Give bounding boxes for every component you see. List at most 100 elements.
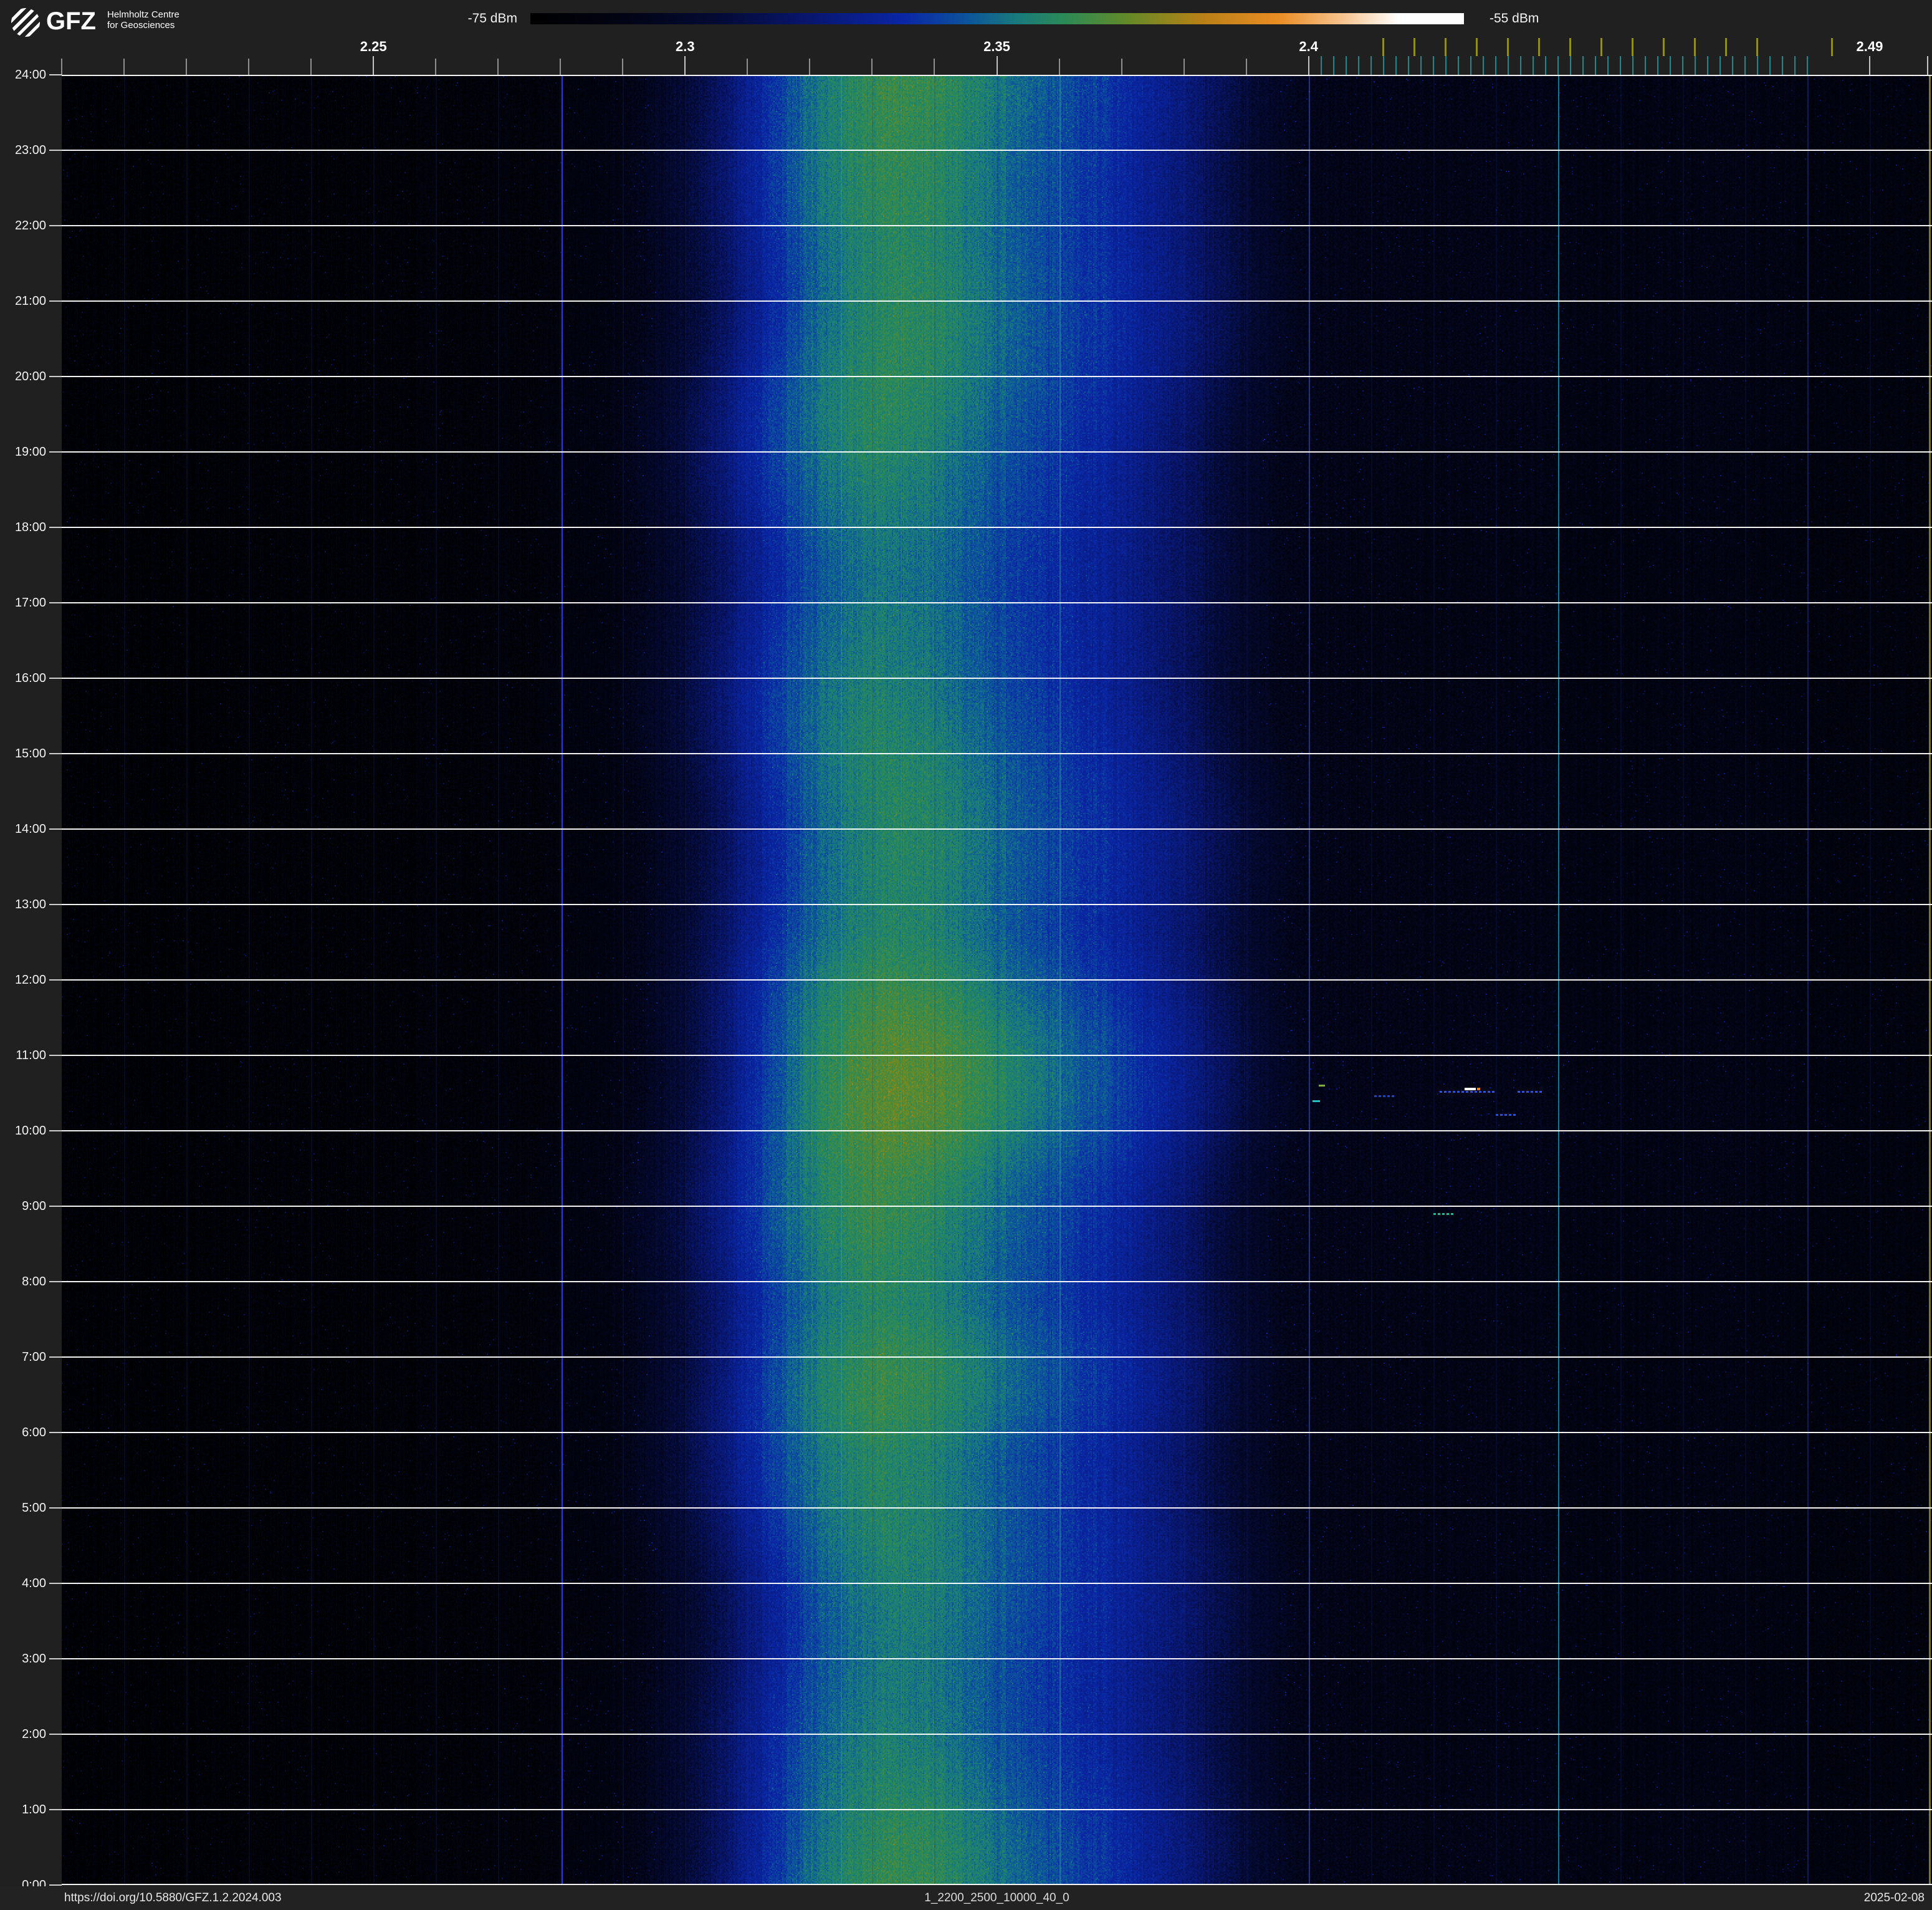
freq-minor-tick <box>310 59 312 75</box>
hour-tick <box>49 150 62 151</box>
wifi-channel-tick <box>1445 38 1447 56</box>
gfz-tagline-line2: for Geosciences <box>107 20 175 31</box>
freq-minor-tick <box>684 56 686 75</box>
hour-tick <box>49 828 62 830</box>
hour-label: 11:00 <box>16 1049 46 1062</box>
hour-label: 18:00 <box>14 521 46 534</box>
freq-minor-tick <box>809 59 811 75</box>
hour-label: 10:00 <box>14 1124 46 1138</box>
hour-label: 9:00 <box>22 1199 46 1213</box>
ble-channel-tick <box>1557 56 1559 75</box>
spectrogram-page: GFZ Helmholtz Centre for Geosciences -75… <box>0 0 1932 1910</box>
hour-tick <box>49 1206 62 1207</box>
ble-channel-tick <box>1420 56 1422 75</box>
dataset-id-text: 1_2200_2500_10000_40_0 <box>924 1891 1069 1904</box>
gfz-tagline: Helmholtz Centre for Geosciences <box>107 9 179 31</box>
hour-tick <box>49 1055 62 1056</box>
freq-minor-tick <box>1926 56 1928 75</box>
hour-tick <box>49 74 62 75</box>
freq-minor-tick <box>1121 59 1122 75</box>
ble-channel-tick <box>1756 56 1758 75</box>
freq-minor-tick <box>1868 56 1870 75</box>
freq-minor-tick <box>622 59 624 75</box>
hour-tick <box>49 527 62 528</box>
ble-channel-tick <box>1357 56 1359 75</box>
ble-channel-tick <box>1457 56 1459 75</box>
wifi-channel-tick <box>1632 38 1634 56</box>
ble-channel-tick <box>1544 56 1546 75</box>
hour-label: 7:00 <box>22 1350 46 1364</box>
hour-label: 13:00 <box>14 898 46 911</box>
ble-channel-tick <box>1669 56 1671 75</box>
hour-label: 15:00 <box>14 747 46 761</box>
hour-tick <box>49 1884 62 1886</box>
hour-tick <box>49 225 62 226</box>
hour-label: 14:00 <box>14 822 46 836</box>
ble-channel-tick <box>1681 56 1683 75</box>
hour-label: 8:00 <box>22 1275 46 1289</box>
ble-channel-tick <box>1607 56 1609 75</box>
hour-label: 20:00 <box>14 370 46 383</box>
ble-channel-tick <box>1445 56 1447 75</box>
hour-tick <box>49 1356 62 1358</box>
ble-channel-tick <box>1395 56 1397 75</box>
ble-channel-tick <box>1781 56 1783 75</box>
ble-channel-tick <box>1731 56 1733 75</box>
ble-channel-tick <box>1569 56 1571 75</box>
freq-label: 2.49 <box>1856 39 1883 54</box>
wifi-channel-tick <box>1569 38 1572 56</box>
ble-channel-tick <box>1320 56 1322 75</box>
date-text: 2025-02-08 <box>1863 1891 1925 1904</box>
ble-channel-tick <box>1519 56 1521 75</box>
ble-channel-tick <box>1794 56 1796 75</box>
hour-label: 24:00 <box>14 68 46 82</box>
hour-label: 3:00 <box>22 1652 46 1666</box>
ble-channel-tick <box>1644 56 1646 75</box>
freq-minor-tick <box>435 59 437 75</box>
hour-label: 19:00 <box>14 445 46 459</box>
freq-minor-tick <box>1183 59 1185 75</box>
hour-tick <box>49 1432 62 1433</box>
freq-minor-tick <box>123 59 125 75</box>
ble-channel-tick <box>1370 56 1372 75</box>
hour-tick <box>49 1809 62 1810</box>
spectrogram-canvas <box>62 75 1932 1885</box>
ble-channel-tick <box>1507 56 1509 75</box>
wifi-channel-tick <box>1663 38 1665 56</box>
wifi-channel-tick <box>1538 38 1541 56</box>
ble-channel-tick <box>1332 56 1334 75</box>
wifi-channel-tick <box>1382 38 1385 56</box>
freq-label: 2.3 <box>676 39 695 54</box>
ble-channel-tick <box>1769 56 1771 75</box>
freq-minor-tick <box>996 56 998 75</box>
freq-minor-tick <box>1058 59 1060 75</box>
hour-label: 1:00 <box>22 1803 46 1816</box>
hour-label: 17:00 <box>14 596 46 610</box>
ble-channel-tick <box>1806 56 1808 75</box>
wifi-channel-tick <box>1756 38 1759 56</box>
gfz-tagline-line1: Helmholtz Centre <box>107 9 179 20</box>
hour-tick <box>49 904 62 905</box>
freq-minor-tick <box>560 59 562 75</box>
gfz-brand: GFZ <box>46 7 96 35</box>
hour-label: 23:00 <box>14 143 46 157</box>
wifi-channel-tick <box>1507 38 1509 56</box>
hour-label: 2:00 <box>22 1727 46 1741</box>
hour-tick <box>49 1507 62 1509</box>
hour-label: 5:00 <box>22 1501 46 1515</box>
hour-tick <box>49 602 62 603</box>
colorbar <box>530 13 1464 24</box>
ble-channel-tick <box>1532 56 1534 75</box>
ble-channel-tick <box>1432 56 1434 75</box>
hour-label: 4:00 <box>22 1576 46 1590</box>
ble-channel-tick <box>1345 56 1347 75</box>
freq-minor-tick <box>871 59 873 75</box>
hour-tick <box>49 1130 62 1131</box>
wifi-channel-tick <box>1413 38 1416 56</box>
wifi-channel-tick <box>1694 38 1696 56</box>
freq-minor-tick <box>248 59 250 75</box>
ble-channel-tick <box>1382 56 1384 75</box>
hour-tick <box>49 376 62 377</box>
ble-channel-tick <box>1744 56 1746 75</box>
hour-tick <box>49 979 62 981</box>
